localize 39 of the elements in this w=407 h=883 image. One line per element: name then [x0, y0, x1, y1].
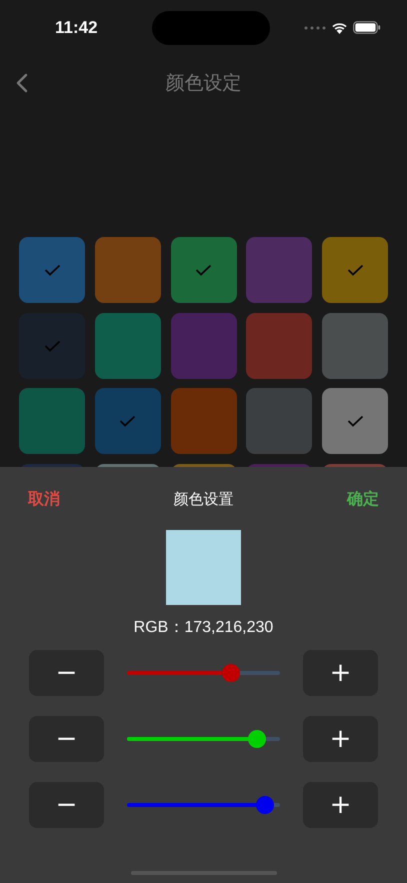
battery-icon	[352, 21, 381, 34]
color-tile[interactable]	[94, 312, 161, 378]
color-tile[interactable]	[170, 388, 236, 454]
checkmark-icon	[195, 264, 212, 276]
wifi-icon	[330, 21, 348, 34]
checkmark-icon	[44, 340, 60, 352]
sheet-title: 颜色设置	[174, 490, 234, 509]
status-time: 11:42	[55, 18, 98, 38]
increase-button[interactable]: +	[303, 650, 378, 696]
color-tile[interactable]	[94, 388, 161, 454]
decrease-button[interactable]: −	[29, 716, 104, 762]
color-tile[interactable]	[246, 237, 312, 303]
color-slider[interactable]	[127, 795, 280, 815]
color-tile[interactable]	[322, 388, 388, 454]
checkmark-icon	[119, 415, 136, 427]
color-tile[interactable]	[322, 237, 388, 303]
checkmark-icon	[346, 415, 364, 427]
decrease-button[interactable]: −	[29, 650, 104, 696]
color-tile[interactable]	[19, 388, 85, 454]
rgb-value: RGB：173,216,230	[134, 618, 274, 638]
color-tile[interactable]	[246, 312, 312, 378]
color-tile[interactable]	[94, 237, 161, 303]
color-slider[interactable]	[127, 663, 280, 683]
back-icon[interactable]	[16, 72, 28, 92]
color-tile[interactable]	[246, 388, 312, 454]
color-tile[interactable]	[170, 312, 236, 378]
page-title: 颜色设定	[166, 70, 242, 96]
color-tile[interactable]	[170, 237, 236, 303]
signal-icon	[304, 26, 326, 30]
color-slider[interactable]	[127, 729, 280, 749]
decrease-button[interactable]: −	[29, 782, 104, 828]
color-tile[interactable]	[19, 237, 85, 303]
checkmark-icon	[346, 264, 364, 276]
increase-button[interactable]: +	[303, 716, 378, 762]
checkmark-icon	[44, 264, 60, 276]
increase-button[interactable]: +	[303, 782, 378, 828]
confirm-button[interactable]: 确定	[347, 489, 379, 510]
color-tile[interactable]	[322, 312, 388, 378]
color-tile[interactable]	[19, 312, 85, 378]
